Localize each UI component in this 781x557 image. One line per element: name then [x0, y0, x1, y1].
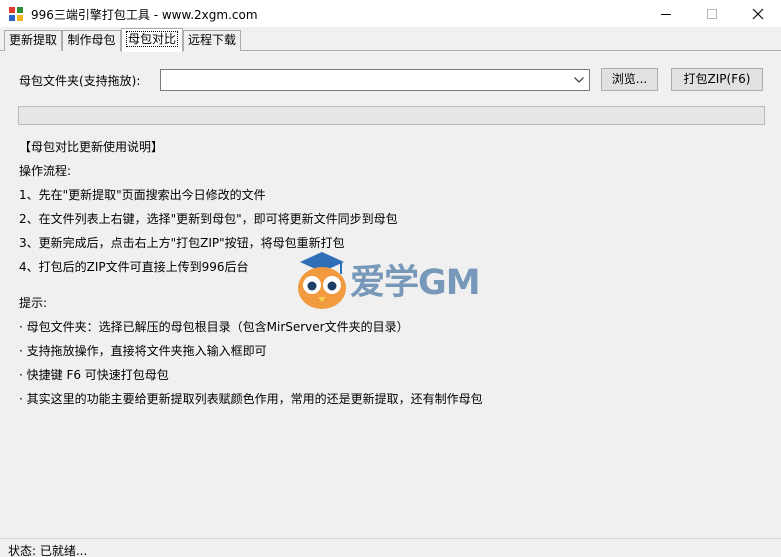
window-title: 996三端引擎打包工具 - www.2xgm.com — [31, 8, 258, 22]
app-icon — [8, 6, 24, 22]
close-icon — [752, 8, 764, 19]
maximize-button[interactable] — [689, 0, 735, 27]
step-item: 2、在文件列表上右键，选择"更新到母包"，即可将更新文件同步到母包 — [19, 212, 398, 226]
progress-bar — [18, 106, 765, 125]
step-item: 4、打包后的ZIP文件可直接上传到996后台 — [19, 260, 249, 274]
tip-item: · 其实这里的功能主要给更新提取列表赋颜色作用，常用的还是更新提取，还有制作母包 — [19, 392, 483, 406]
folder-input[interactable] — [161, 70, 569, 90]
tab-strip: 更新提取 制作母包 母包对比 远程下载 — [0, 27, 781, 52]
folder-label: 母包文件夹(支持拖放): — [19, 74, 141, 88]
tab-panel: 母包文件夹(支持拖放): 浏览... 打包ZIP(F6) 【母包对比更新使用说明… — [0, 51, 781, 538]
minimize-button[interactable] — [643, 0, 689, 27]
minimize-icon — [661, 13, 671, 15]
owl-logo-icon — [298, 252, 346, 309]
tab-make-mother-pack[interactable]: 制作母包 — [62, 30, 121, 51]
flow-title: 操作流程: — [19, 164, 72, 178]
step-item: 1、先在"更新提取"页面搜索出今日修改的文件 — [19, 188, 266, 202]
maximize-icon — [707, 8, 717, 19]
status-text: 状态: 已就绪... — [8, 544, 88, 557]
tip-item: · 快捷键 F6 可快速打包母包 — [19, 368, 169, 382]
tip-item: · 母包文件夹：选择已解压的母包根目录（包含MirServer文件夹的目录） — [19, 320, 409, 334]
chevron-down-icon — [574, 77, 584, 83]
watermark: 爱学GM — [294, 250, 490, 312]
step-item: 3、更新完成后，点击右上方"打包ZIP"按钮，将母包重新打包 — [19, 236, 345, 250]
tab-mother-pack-compare[interactable]: 母包对比 — [121, 28, 183, 52]
close-button[interactable] — [735, 0, 781, 27]
dropdown-button[interactable] — [569, 70, 589, 90]
folder-combobox[interactable] — [160, 69, 590, 91]
browse-button[interactable]: 浏览... — [601, 68, 658, 91]
watermark-text: 爱学GM — [350, 263, 481, 303]
tab-update-extract[interactable]: 更新提取 — [4, 30, 62, 51]
tips-title: 提示: — [19, 296, 48, 310]
tip-item: · 支持拖放操作，直接将文件夹拖入输入框即可 — [19, 344, 267, 358]
title-bar: 996三端引擎打包工具 - www.2xgm.com — [0, 0, 781, 27]
tab-remote-download[interactable]: 远程下载 — [183, 30, 241, 51]
status-bar: 状态: 已就绪... — [0, 538, 781, 557]
instructions-heading: 【母包对比更新使用说明】 — [19, 140, 164, 154]
pack-zip-button[interactable]: 打包ZIP(F6) — [671, 68, 763, 91]
